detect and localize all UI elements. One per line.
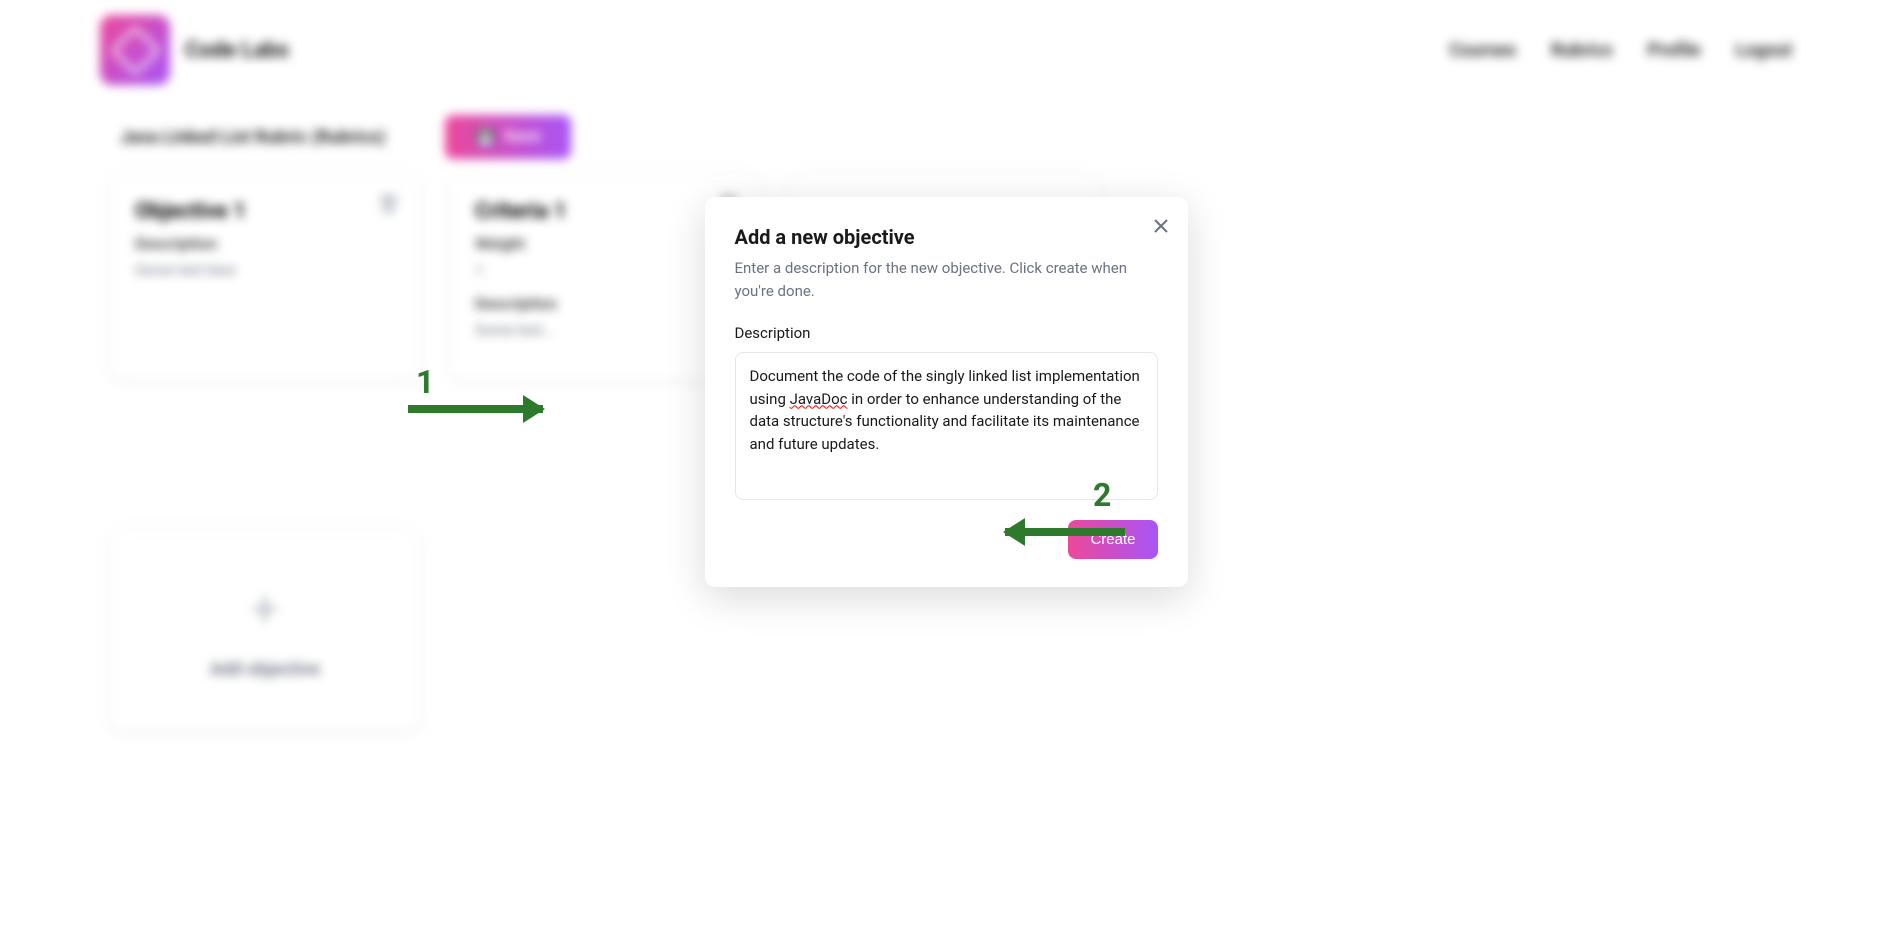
annotation-label-2: 2 xyxy=(1093,476,1111,514)
modal-footer: Create xyxy=(735,520,1158,559)
create-button[interactable]: Create xyxy=(1068,520,1157,559)
modal-title: Add a new objective xyxy=(735,225,1158,249)
modal-subtitle: Enter a description for the new objectiv… xyxy=(735,257,1158,302)
description-label: Description xyxy=(735,324,1158,342)
close-icon xyxy=(1154,219,1168,233)
modal-overlay: Add a new objective Enter a description … xyxy=(0,0,1892,937)
spell-error-word: JavaDoc xyxy=(790,390,848,408)
annotation-2: 2 xyxy=(1005,528,1125,536)
annotation-label-1: 1 xyxy=(416,363,434,401)
annotation-1: 1 xyxy=(408,405,543,413)
close-button[interactable] xyxy=(1154,217,1168,238)
